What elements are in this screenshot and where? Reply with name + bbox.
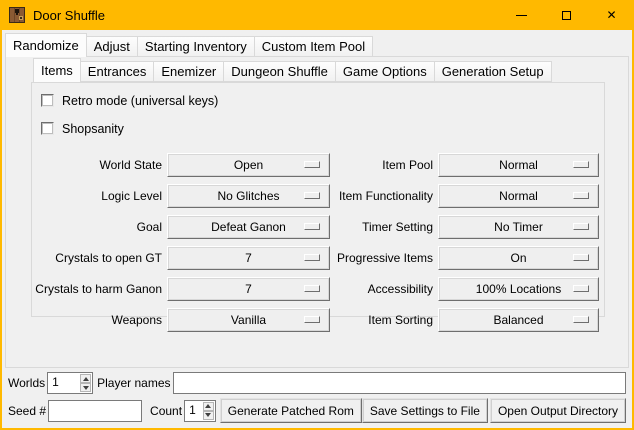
app-icon — [9, 7, 25, 23]
dropdown-indicator-icon — [304, 316, 320, 323]
crystals-gt-label: Crystals to open GT — [32, 251, 162, 265]
minimize-button[interactable] — [499, 0, 544, 30]
field-row: Goal Defeat Ganon Timer Setting No Timer — [32, 215, 604, 239]
field-row: Logic Level No Glitches Item Functionali… — [32, 184, 604, 208]
tab-generation-setup[interactable]: Generation Setup — [435, 61, 552, 82]
shopsanity-checkbox[interactable] — [41, 122, 54, 135]
randomize-pane: Items Entrances Enemizer Dungeon Shuffle… — [5, 56, 629, 368]
dropdown-indicator-icon — [573, 161, 589, 168]
weapons-label: Weapons — [32, 313, 162, 327]
logic-level-label: Logic Level — [32, 189, 162, 203]
arrow-down-icon — [205, 413, 211, 417]
maximize-button[interactable] — [544, 0, 589, 30]
dropdown-indicator-icon — [304, 192, 320, 199]
accessibility-dropdown[interactable]: 100% Locations — [438, 277, 599, 301]
secondary-tab-bar: Items Entrances Enemizer Dungeon Shuffle… — [33, 58, 628, 82]
primary-tab-bar: Randomize Adjust Starting Inventory Cust… — [5, 33, 373, 57]
seed-row: Seed # Count 1 Generate Patched Rom Save… — [8, 398, 626, 423]
count-label: Count — [150, 404, 182, 418]
dropdown-indicator-icon — [304, 254, 320, 261]
player-names-input[interactable] — [173, 372, 627, 394]
close-icon: ✕ — [606, 9, 616, 21]
generate-patched-rom-button[interactable]: Generate Patched Rom — [220, 398, 362, 423]
item-pool-label: Item Pool — [330, 158, 433, 172]
dropdown-indicator-icon — [573, 285, 589, 292]
app-window: Door Shuffle ✕ Randomize Adjust Starting… — [0, 0, 634, 430]
crystals-gt-dropdown[interactable]: 7 — [167, 246, 330, 270]
dropdown-indicator-icon — [573, 254, 589, 261]
retro-mode-row: Retro mode (universal keys) — [41, 90, 604, 111]
bottom-panel: Worlds 1 Player names Seed # Count 1 — [2, 368, 632, 428]
accessibility-label: Accessibility — [330, 282, 433, 296]
retro-mode-label: Retro mode (universal keys) — [62, 94, 218, 108]
shopsanity-label: Shopsanity — [62, 122, 124, 136]
field-row: Crystals to open GT 7 Progressive Items … — [32, 246, 604, 270]
logic-level-dropdown[interactable]: No Glitches — [167, 184, 330, 208]
arrow-up-icon — [205, 404, 211, 408]
timer-setting-dropdown[interactable]: No Timer — [438, 215, 599, 239]
crystals-ganon-label: Crystals to harm Ganon — [32, 282, 162, 296]
worlds-spin-up[interactable] — [80, 374, 91, 383]
option-grid: World State Open Item Pool Normal Logic … — [32, 153, 604, 332]
count-spin-up[interactable] — [203, 402, 214, 411]
retro-mode-checkbox[interactable] — [41, 94, 54, 107]
save-settings-button[interactable]: Save Settings to File — [362, 398, 488, 423]
tab-entrances[interactable]: Entrances — [81, 61, 155, 82]
dropdown-indicator-icon — [573, 192, 589, 199]
items-pane: Retro mode (universal keys) Shopsanity W… — [31, 82, 605, 317]
count-spin-down[interactable] — [203, 411, 214, 420]
field-row: World State Open Item Pool Normal — [32, 153, 604, 177]
worlds-label: Worlds — [8, 376, 45, 390]
dropdown-indicator-icon — [573, 223, 589, 230]
goal-label: Goal — [32, 220, 162, 234]
arrow-up-icon — [83, 377, 89, 381]
title-bar: Door Shuffle ✕ — [0, 0, 634, 30]
item-functionality-label: Item Functionality — [330, 189, 433, 203]
seed-input[interactable] — [48, 400, 142, 422]
worlds-spin-down[interactable] — [80, 383, 91, 392]
player-names-label: Player names — [97, 376, 170, 390]
close-button[interactable]: ✕ — [589, 0, 634, 30]
shopsanity-row: Shopsanity — [41, 118, 604, 139]
progressive-items-dropdown[interactable]: On — [438, 246, 599, 270]
window-body: Randomize Adjust Starting Inventory Cust… — [2, 30, 632, 428]
field-row: Crystals to harm Ganon 7 Accessibility 1… — [32, 277, 604, 301]
minimize-icon — [516, 15, 527, 16]
count-spinner[interactable]: 1 — [184, 400, 216, 422]
dropdown-indicator-icon — [573, 316, 589, 323]
worlds-row: Worlds 1 Player names — [8, 372, 626, 394]
tab-items[interactable]: Items — [33, 58, 81, 82]
field-row: Weapons Vanilla Item Sorting Balanced — [32, 308, 604, 332]
crystals-ganon-dropdown[interactable]: 7 — [167, 277, 330, 301]
dropdown-indicator-icon — [304, 161, 320, 168]
tab-custom-item-pool[interactable]: Custom Item Pool — [255, 36, 373, 57]
world-state-label: World State — [32, 158, 162, 172]
weapons-dropdown[interactable]: Vanilla — [167, 308, 330, 332]
progressive-items-label: Progressive Items — [330, 251, 433, 265]
tab-adjust[interactable]: Adjust — [87, 36, 138, 57]
world-state-dropdown[interactable]: Open — [167, 153, 330, 177]
item-sorting-label: Item Sorting — [330, 313, 433, 327]
seed-label: Seed # — [8, 404, 46, 418]
window-title: Door Shuffle — [33, 8, 105, 23]
tab-randomize[interactable]: Randomize — [5, 33, 87, 57]
tab-enemizer[interactable]: Enemizer — [154, 61, 224, 82]
dropdown-indicator-icon — [304, 223, 320, 230]
window-controls: ✕ — [499, 0, 634, 30]
item-pool-dropdown[interactable]: Normal — [438, 153, 599, 177]
dropdown-indicator-icon — [304, 285, 320, 292]
timer-setting-label: Timer Setting — [330, 220, 433, 234]
arrow-down-icon — [83, 386, 89, 390]
maximize-icon — [562, 11, 571, 20]
worlds-spinner[interactable]: 1 — [47, 372, 93, 394]
item-sorting-dropdown[interactable]: Balanced — [438, 308, 599, 332]
tab-starting-inventory[interactable]: Starting Inventory — [138, 36, 255, 57]
item-functionality-dropdown[interactable]: Normal — [438, 184, 599, 208]
open-output-directory-button[interactable]: Open Output Directory — [490, 398, 626, 423]
tab-dungeon-shuffle[interactable]: Dungeon Shuffle — [224, 61, 336, 82]
tab-game-options[interactable]: Game Options — [336, 61, 435, 82]
goal-dropdown[interactable]: Defeat Ganon — [167, 215, 330, 239]
